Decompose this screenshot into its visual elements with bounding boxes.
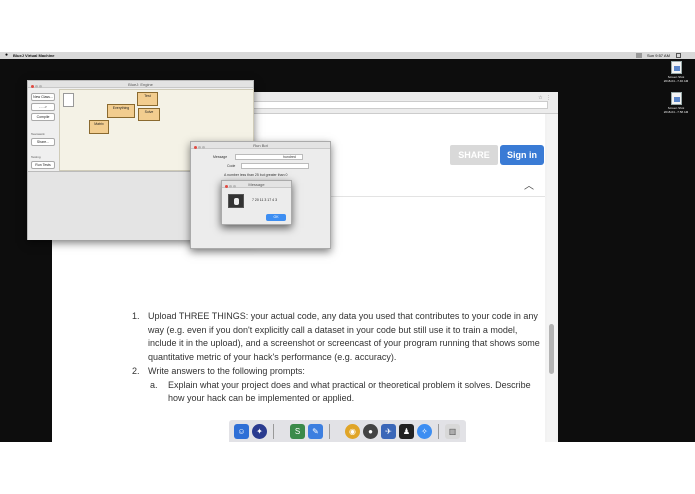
bluej-logo-icon <box>228 194 244 208</box>
instructions-list: 1. Upload THREE THINGS: your actual code… <box>132 310 542 406</box>
list-item: 1. Upload THREE THINGS: your actual code… <box>132 310 542 365</box>
compile-button[interactable]: Compile <box>31 113 55 121</box>
class-solve[interactable]: Solve <box>138 108 160 121</box>
class-test[interactable]: Test <box>137 92 158 106</box>
status-icons[interactable] <box>636 53 642 58</box>
xcode-icon[interactable]: ✎ <box>308 424 323 439</box>
teamwork-label: Teamwork <box>31 132 45 136</box>
scrollbar[interactable] <box>547 114 556 442</box>
active-app-name[interactable]: BlueJ Virtual Machine <box>13 52 55 59</box>
desktop-file[interactable]: Screen Shot 2018-04...7.46 AM <box>658 61 694 83</box>
bluej-vm-icon[interactable]: ♟ <box>399 424 414 439</box>
file-sub: 2018-04...7.46 AM <box>663 79 689 83</box>
list-item: 2. Write answers to the following prompt… <box>132 365 542 379</box>
message-dialog: Message 7 20 11 3 17 4 3 OK <box>221 180 292 225</box>
window-controls[interactable] <box>194 144 206 151</box>
address-bar[interactable] <box>252 101 548 109</box>
menubar-clock[interactable]: Sun 9:57 AM <box>647 52 670 59</box>
ok-button[interactable]: OK <box>266 214 286 221</box>
share-button[interactable]: SHARE <box>450 145 498 165</box>
screenshot-file-icon <box>670 92 682 105</box>
dock-separator <box>273 424 274 439</box>
dock-separator <box>438 424 439 439</box>
class-matrix[interactable]: Matrix <box>89 120 109 134</box>
launchpad-icon[interactable]: ✦ <box>252 424 267 439</box>
new-class-button[interactable]: New Class... <box>31 93 55 101</box>
message-titlebar: Message <box>222 181 291 188</box>
field-label: Message <box>213 155 228 159</box>
desktop-file[interactable]: Screen Shot 2018-04...7.58 AM <box>658 92 694 114</box>
scrollbar-thumb[interactable] <box>549 324 554 374</box>
bluej-titlebar: BlueJ: Engine <box>28 81 253 88</box>
dialog-titlebar: Run Bot <box>191 142 330 149</box>
field-value: hundred <box>283 155 296 159</box>
chevron-up-icon[interactable]: ︿ <box>524 177 534 192</box>
file-sub: 2018-04...7.58 AM <box>663 110 689 114</box>
apple-menu-icon[interactable]: ● <box>5 52 8 59</box>
window-controls[interactable] <box>31 83 43 90</box>
dock-separator <box>329 424 330 439</box>
sheets-icon[interactable]: S <box>290 424 305 439</box>
message-text: 7 20 11 3 17 4 3 <box>252 198 278 202</box>
list-number: 2. <box>132 365 140 376</box>
trash-icon[interactable]: ▥ <box>445 424 460 439</box>
chrome-icon[interactable]: ◉ <box>345 424 360 439</box>
window-title: BlueJ: Engine <box>128 82 153 87</box>
desktop-screen: ● BlueJ Virtual Machine Sun 9:57 AM Scre… <box>0 52 695 442</box>
sub-list-item: a. Explain what your project does and wh… <box>132 379 542 406</box>
screenshot-file-icon <box>670 61 682 74</box>
arrow-button[interactable]: - - -> <box>31 103 55 111</box>
run-tests-button[interactable]: Run Tests <box>31 161 55 169</box>
list-text: Write answers to the following prompts: <box>148 365 305 376</box>
safari-icon[interactable]: ✧ <box>417 424 432 439</box>
dock: ☺ ✦ S ✎ ◉ ● ✈ ♟ ✧ ▥ <box>229 420 466 442</box>
finder-icon[interactable]: ☺ <box>234 424 249 439</box>
list-text: Upload THREE THINGS: your actual code, a… <box>148 311 540 363</box>
field-label: Code <box>227 164 236 168</box>
notification-center-icon[interactable] <box>676 53 681 58</box>
class-everything[interactable]: Everything <box>107 104 135 118</box>
sign-in-button[interactable]: Sign in <box>500 145 544 165</box>
message-title: Message <box>248 182 265 187</box>
hint-text: A number less than 25 but greater than 0 <box>224 173 288 177</box>
testing-label: Testing <box>31 155 41 159</box>
readme-note-icon[interactable] <box>63 93 74 107</box>
browser-menu-icon[interactable]: ☆ ⋮ <box>538 95 552 101</box>
share-button[interactable]: Share... <box>31 138 55 146</box>
bluej-dock-icon[interactable]: ✈ <box>381 424 396 439</box>
list-number: 1. <box>132 311 140 321</box>
list-letter: a. <box>150 379 158 390</box>
dialog-title: Run Bot <box>253 143 268 148</box>
window-controls[interactable] <box>225 183 237 190</box>
list-text: Explain what your project does and what … <box>168 379 531 404</box>
github-icon[interactable]: ● <box>363 424 378 439</box>
menu-bar: ● BlueJ Virtual Machine Sun 9:57 AM <box>0 52 695 59</box>
code-input[interactable] <box>241 163 309 169</box>
